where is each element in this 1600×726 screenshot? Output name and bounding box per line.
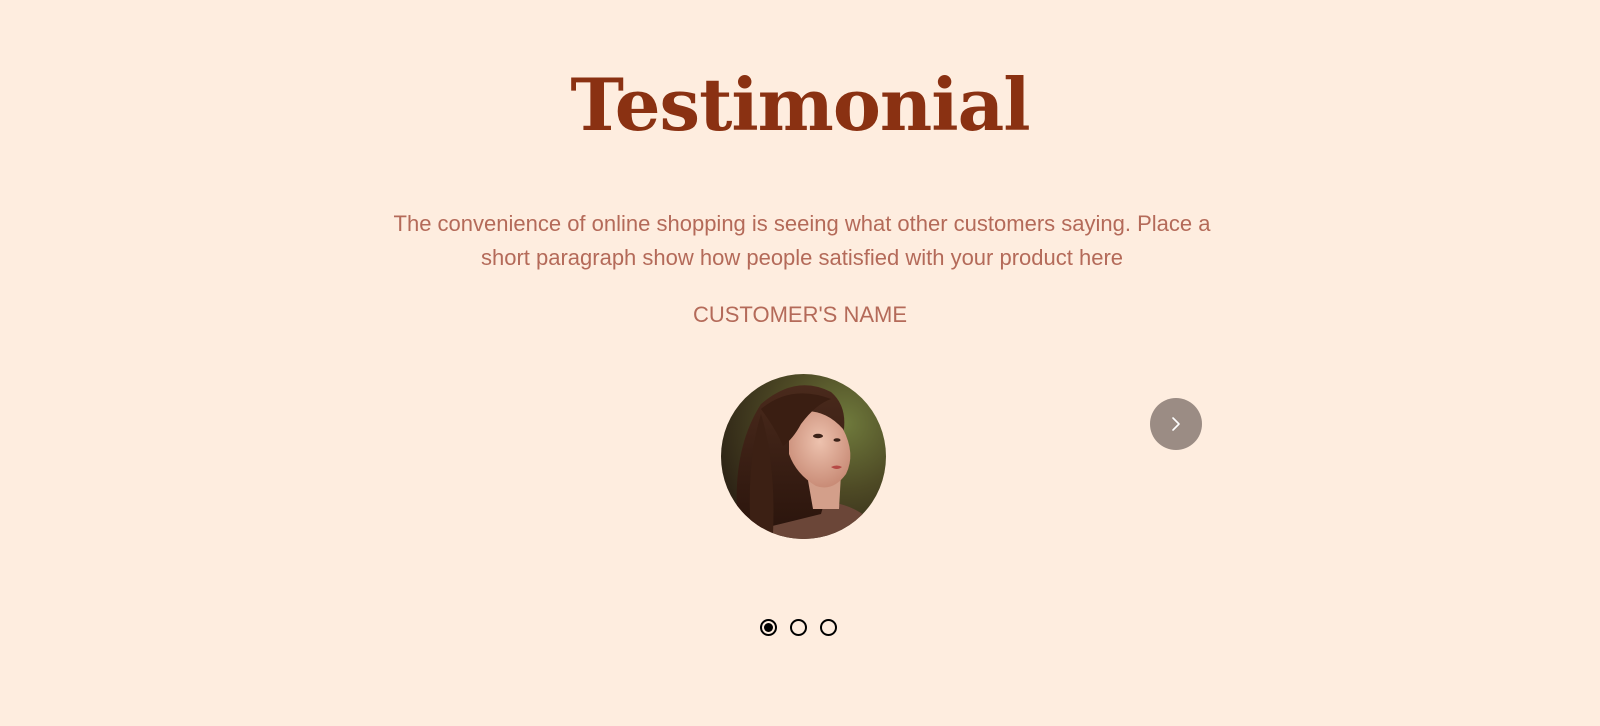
section-title: Testimonial <box>570 62 1030 147</box>
pagination-dot-2[interactable] <box>790 619 807 636</box>
carousel-next-button[interactable] <box>1150 398 1202 450</box>
pagination-dot-3[interactable] <box>820 619 837 636</box>
pagination-dot-1-active[interactable] <box>760 619 777 636</box>
customer-name: CUSTOMER'S NAME <box>692 302 908 327</box>
carousel-pagination <box>760 619 837 636</box>
testimonial-quote: The convenience of online shopping is se… <box>393 211 1211 270</box>
active-dot-indicator <box>764 623 773 632</box>
testimonial-section: Testimonial The convenience of online sh… <box>0 0 1600 726</box>
chevron-right-icon <box>1172 417 1180 431</box>
customer-avatar <box>721 374 886 539</box>
